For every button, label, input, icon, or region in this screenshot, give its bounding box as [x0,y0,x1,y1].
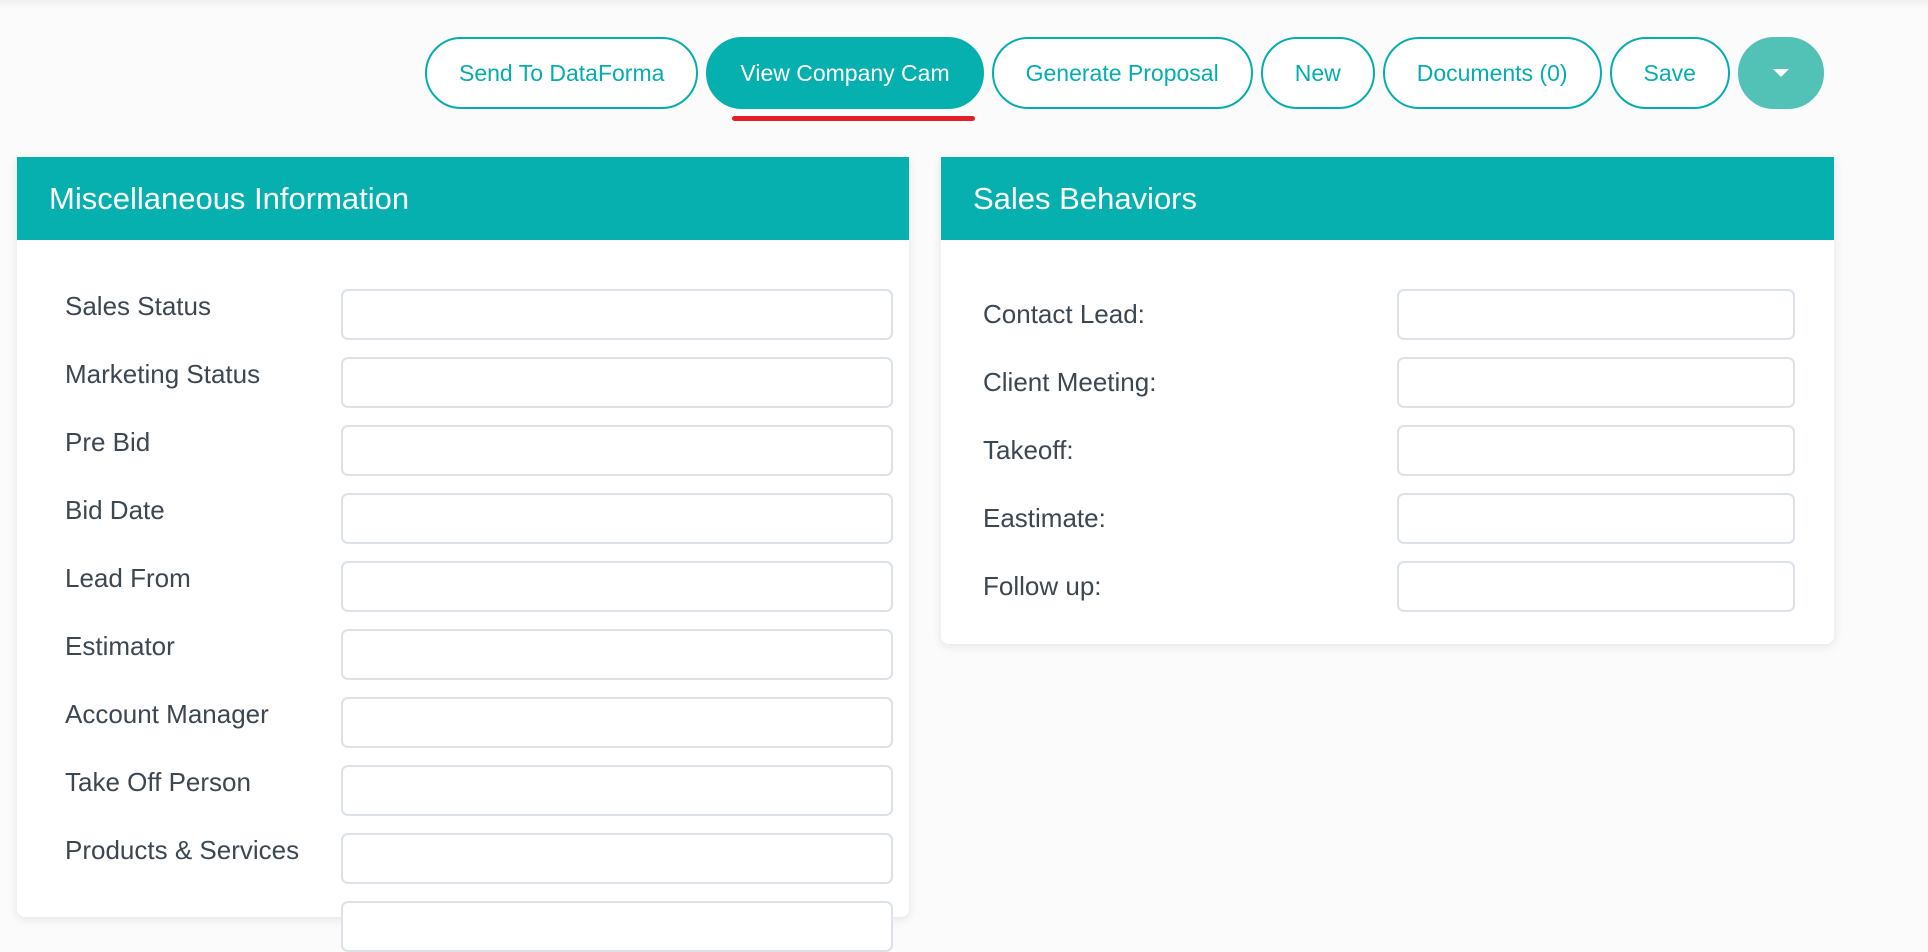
client-meeting-input[interactable] [1399,359,1793,406]
account-manager-field[interactable] [341,697,893,748]
follow-up-input[interactable] [1399,563,1793,610]
products-services-field[interactable] [341,833,893,884]
marketing-status-input[interactable] [343,359,891,406]
account-manager-input[interactable] [343,699,891,746]
pre-bid-input[interactable] [343,427,891,474]
estimator-input[interactable] [343,631,891,678]
field-label-contact-lead: Contact Lead: [983,299,1145,329]
field-label-estimate: Eastimate: [983,503,1106,533]
next-field-partial[interactable] [341,901,893,952]
new-button[interactable]: New [1260,37,1375,109]
action-toolbar: Send To DataForma View Company Cam Gener… [425,37,1824,121]
view-company-cam-wrapper: View Company Cam [706,37,991,121]
save-button[interactable]: Save [1609,37,1730,109]
sales-status-field[interactable] [341,289,893,340]
documents-button[interactable]: Documents (0) [1382,37,1602,109]
bid-date-input[interactable] [343,495,891,542]
card-title: Miscellaneous Information [49,180,410,216]
send-to-dataforma-button[interactable]: Send To DataForma [425,37,699,109]
more-actions-dropdown-button[interactable] [1737,37,1824,109]
field-label-bid-date: Bid Date [65,495,165,525]
miscellaneous-information-card: Miscellaneous Information Sales Status M… [17,157,909,952]
take-off-person-input[interactable] [343,767,891,814]
lead-from-input[interactable] [343,563,891,610]
field-label-products-services: Products & Services [65,835,300,865]
field-label-take-off-person: Take Off Person [65,767,251,797]
estimate-input[interactable] [1399,495,1793,542]
highlight-underline [732,116,976,121]
field-label-estimator: Estimator [65,631,175,661]
card-header: Miscellaneous Information [17,157,909,240]
field-label-takeoff: Takeoff: [983,435,1074,465]
top-shadow [0,0,1928,8]
view-company-cam-button[interactable]: View Company Cam [706,37,984,109]
marketing-status-field[interactable] [341,357,893,408]
sales-status-input[interactable] [343,291,891,338]
takeoff-input[interactable] [1399,427,1793,474]
field-label-account-manager: Account Manager [65,699,269,729]
contact-lead-input[interactable] [1399,291,1793,338]
follow-up-field[interactable] [1397,561,1795,612]
generate-proposal-button[interactable]: Generate Proposal [991,37,1253,109]
field-label-sales-status: Sales Status [65,291,211,321]
client-meeting-field[interactable] [1397,357,1795,408]
estimator-field[interactable] [341,629,893,680]
contact-lead-field[interactable] [1397,289,1795,340]
sales-behaviors-card: Sales Behaviors Contact Lead: Client Mee… [941,157,1834,644]
take-off-person-field[interactable] [341,765,893,816]
products-services-input[interactable] [343,835,891,882]
pre-bid-field[interactable] [341,425,893,476]
field-label-marketing-status: Marketing Status [65,359,261,389]
lead-from-field[interactable] [341,561,893,612]
estimate-field[interactable] [1397,493,1795,544]
card-header: Sales Behaviors [941,157,1834,240]
field-label-lead-from: Lead From [65,563,191,593]
field-label-pre-bid: Pre Bid [65,427,151,457]
card-title: Sales Behaviors [973,180,1198,216]
takeoff-field[interactable] [1397,425,1795,476]
field-label-client-meeting: Client Meeting: [983,367,1157,397]
bid-date-field[interactable] [341,493,893,544]
field-label-follow-up: Follow up: [983,571,1102,601]
caret-down-icon [1772,69,1789,77]
